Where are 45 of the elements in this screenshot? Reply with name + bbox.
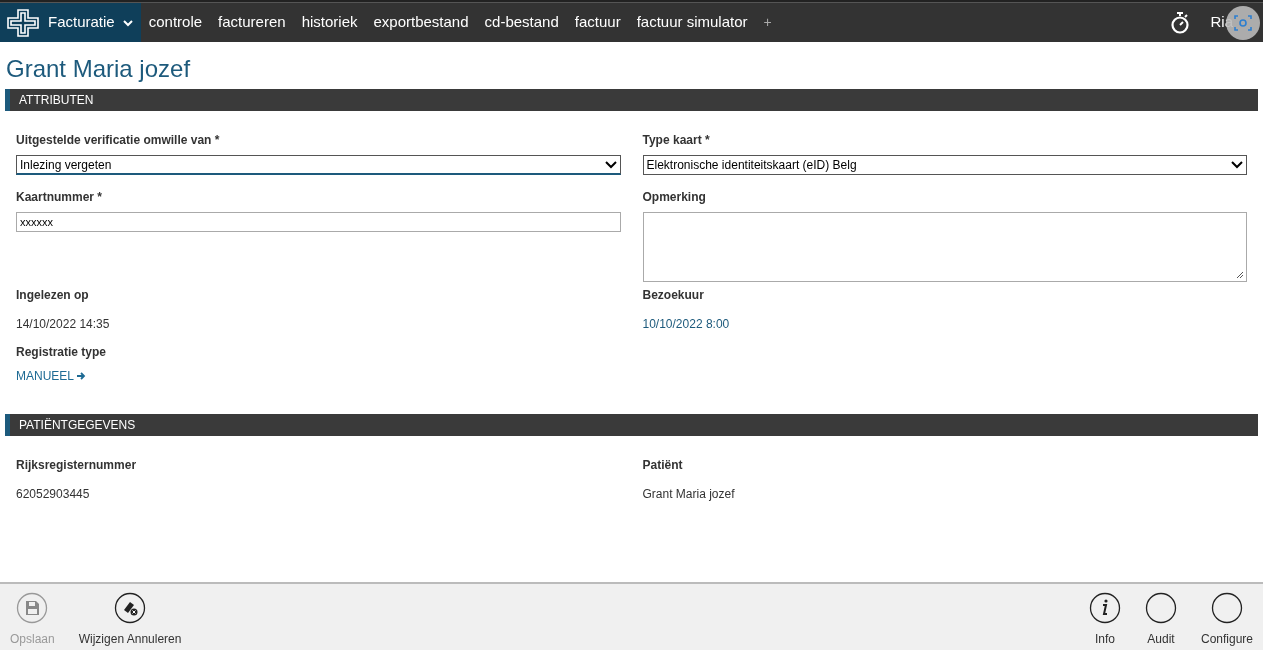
cross-logo-icon — [6, 7, 40, 38]
toolbar-button[interactable]: Audit — [1142, 592, 1179, 648]
dropdown[interactable]: Inlezing vergeten — [16, 155, 621, 175]
toolbar-button[interactable]: Wijzigen Annuleren — [76, 592, 184, 648]
nav-link[interactable]: factureren — [210, 11, 294, 34]
link[interactable]: MANUEEL — [16, 367, 86, 385]
field-label: Rijksregisternummer — [16, 457, 138, 474]
dropdown[interactable]: Elektronische identiteitskaart (eID) Belg — [642, 155, 1247, 175]
nav-link[interactable]: historiek — [293, 11, 366, 34]
page-title: Grant Maria jozef — [5, 54, 192, 84]
stopwatch-icon[interactable] — [1170, 10, 1191, 35]
circle-icon — [1144, 592, 1177, 624]
info-icon — [1088, 592, 1121, 624]
nav-link[interactable]: factuur — [566, 11, 629, 34]
toolbar-button[interactable]: Configure — [1198, 592, 1255, 648]
chevron-down-icon — [604, 160, 617, 169]
chevron-down-icon — [122, 18, 133, 27]
section-header: PATIËNTGEGEVENS — [5, 414, 1258, 436]
field-label: Registratie type — [16, 344, 108, 361]
field-value: Grant Maria jozef — [642, 486, 736, 503]
nav-link[interactable]: factuur simulator — [628, 11, 756, 34]
arrow-right-icon — [77, 372, 86, 380]
chevron-down-icon — [1231, 161, 1243, 169]
toolbar-button[interactable]: Info — [1086, 592, 1123, 648]
field-label: Patiënt — [642, 457, 684, 474]
field-label: Kaartnummer * — [16, 189, 104, 206]
field-label: Uitgestelde verificatie omwille van * — [16, 132, 221, 149]
app-menu[interactable]: Facturatie — [0, 3, 141, 42]
field-label: Bezoekuur — [642, 287, 705, 304]
field-label: Type kaart * — [642, 132, 711, 149]
circle-icon — [1211, 592, 1243, 624]
resize-handle-icon[interactable] — [1236, 271, 1244, 279]
input-field[interactable]: xxxxxx — [16, 212, 621, 232]
nav-link[interactable]: exportbestand — [365, 11, 477, 34]
add-tab-button[interactable]: + — [755, 12, 780, 33]
field-value: 10/10/2022 8:00 — [642, 316, 731, 333]
floppy-disk-icon — [16, 592, 49, 624]
field-label: Opmerking — [642, 189, 707, 206]
edit-cancel-icon — [114, 592, 147, 624]
field-value: 14/10/2022 14:35 — [16, 316, 111, 333]
field-label: Ingelezen op — [16, 287, 90, 304]
section-header: ATTRIBUTEN — [5, 89, 1258, 111]
nav-link[interactable]: cd-bestand — [476, 11, 567, 34]
field-value: 62052903445 — [16, 486, 91, 503]
nav-link[interactable]: controle — [140, 11, 211, 34]
